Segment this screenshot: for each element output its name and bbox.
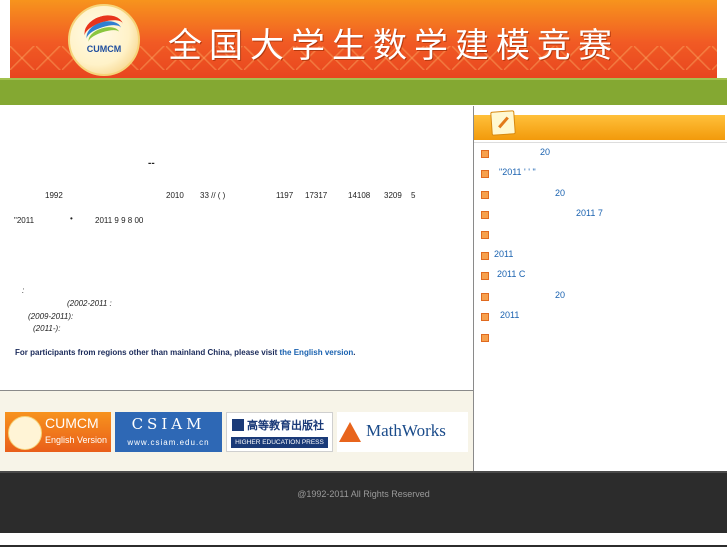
sidebar-header: [474, 110, 725, 140]
news-link[interactable]: 20: [555, 290, 565, 300]
mathworks-icon: [339, 422, 361, 442]
cumcm-mini-logo: [8, 416, 42, 450]
bullet-icon: [481, 313, 489, 321]
bullet-icon: [481, 191, 489, 199]
mathworks-link[interactable]: MathWorks: [337, 412, 468, 452]
news-link[interactable]: 20: [555, 188, 565, 198]
colon-mark: :: [22, 286, 25, 295]
hep-icon: [232, 419, 244, 431]
header-banner: CUMCM 全国大学生数学建模竞赛: [10, 0, 717, 78]
bullet-icon: [481, 170, 489, 178]
bullet-icon: [481, 231, 489, 239]
intro-n2: 1197: [276, 191, 294, 200]
hep-name-en: HIGHER EDUCATION PRESS: [231, 437, 328, 448]
cumcm-title: CUMCM: [45, 415, 99, 431]
intro-quote: "2011: [14, 216, 35, 225]
english-notice: For participants from regions other than…: [15, 348, 356, 357]
csiam-link[interactable]: CSIAM www.csiam.edu.cn: [115, 412, 222, 452]
partner-logos: CUMCM English Version CSIAM www.csiam.ed…: [0, 391, 474, 471]
bullet-icon: [481, 252, 489, 260]
pencil-icon: [490, 110, 516, 136]
logo-text: CUMCM: [86, 44, 122, 54]
intro-n4: 14108: [348, 191, 371, 200]
cumcm-sub: English Version: [45, 435, 108, 445]
main-content: -- 1992 2010 33 // ( ) 1197 17317 14108 …: [0, 106, 474, 391]
intro-year-start: 1992: [45, 191, 63, 200]
bullet-icon: [481, 150, 489, 158]
news-link[interactable]: 2011: [500, 310, 519, 320]
csiam-title: CSIAM: [131, 415, 206, 433]
bullet-icon: [481, 293, 489, 301]
intro-n6: 5: [411, 191, 416, 200]
term-line-2: (2009-2011):: [28, 312, 74, 321]
bullet-icon: [481, 334, 489, 342]
intro-n5: 3209: [384, 191, 402, 200]
hep-name-cn: 高等教育出版社: [247, 419, 324, 432]
news-link[interactable]: 2011 C: [497, 269, 525, 279]
intro-dot: •: [70, 214, 73, 223]
csiam-url: www.csiam.edu.cn: [127, 438, 210, 447]
site-title: 全国大学生数学建模竞赛: [168, 26, 619, 66]
term-line-1: (2002-2011 :: [67, 299, 112, 308]
news-link[interactable]: 2011: [494, 249, 513, 259]
news-link[interactable]: "2011 ' ' ": [499, 167, 536, 177]
intro-n3: 17317: [305, 191, 328, 200]
hep-link[interactable]: 高等教育出版社 HIGHER EDUCATION PRESS: [226, 412, 333, 452]
news-link[interactable]: 20: [540, 147, 550, 157]
nav-bar: [0, 78, 727, 105]
cumcm-english-link[interactable]: CUMCM English Version: [5, 412, 111, 452]
intro-year-end: 2010: [166, 191, 184, 200]
cumcm-logo[interactable]: CUMCM: [68, 4, 140, 76]
intro-n1: 33 // ( ): [200, 191, 226, 200]
mathworks-name: MathWorks: [366, 421, 446, 440]
news-link[interactable]: 2011 7: [576, 208, 603, 218]
copyright-text: @1992-2011 All Rights Reserved: [297, 489, 430, 499]
term-line-3: (2011-):: [33, 324, 61, 333]
footer-bottom-strip: [0, 533, 727, 545]
bullet-icon: [481, 211, 489, 219]
bullet-icon: [481, 272, 489, 280]
sidebar-divider: [474, 142, 727, 143]
english-version-link[interactable]: the English version: [280, 348, 354, 357]
english-prefix: For participants from regions other than…: [15, 348, 280, 357]
news-sidebar: 20 "2011 ' ' " 20 2011 7 2011 2011 C 20 …: [474, 106, 727, 470]
intro-date: 2011 9 9 8 00: [95, 216, 144, 225]
heading-mark: --: [148, 158, 155, 169]
english-suffix: .: [353, 348, 356, 357]
